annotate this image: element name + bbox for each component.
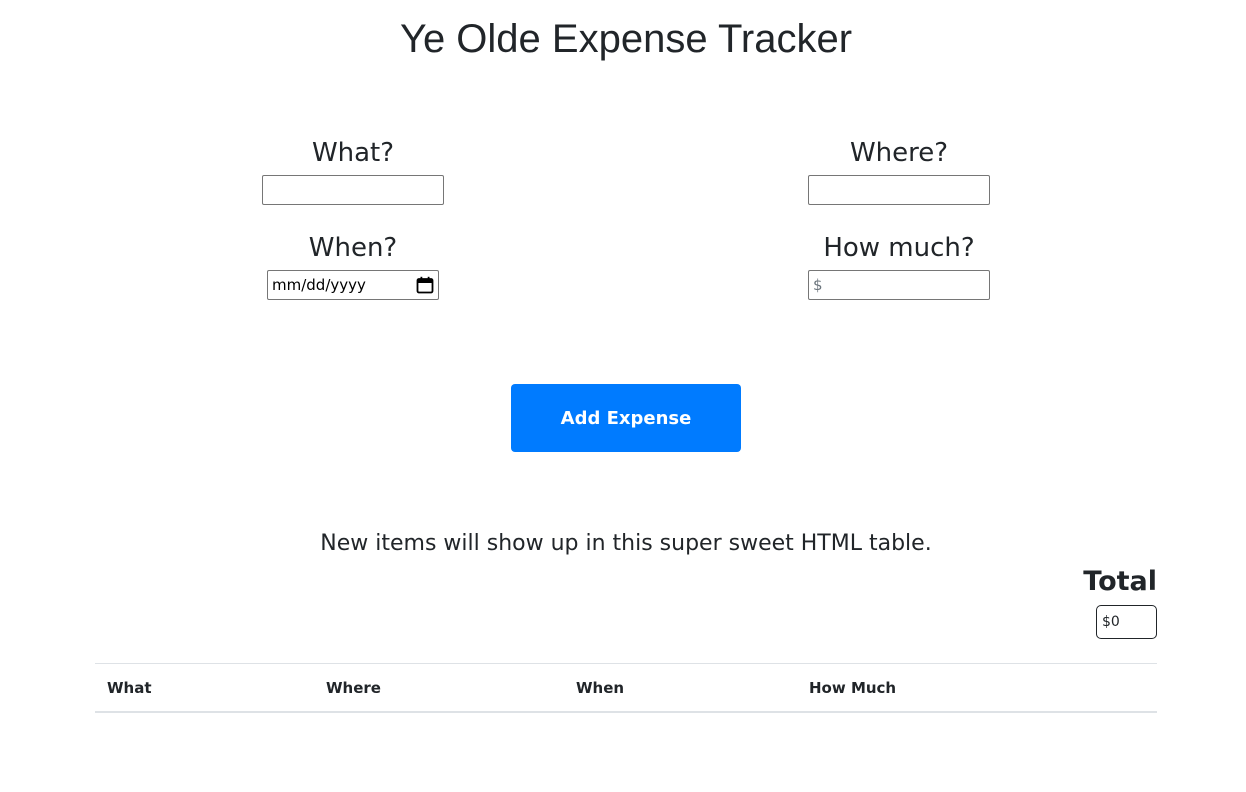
column-header-what: What — [95, 663, 314, 713]
total-input[interactable] — [1096, 605, 1157, 639]
when-label: When? — [308, 233, 398, 263]
what-label: What? — [311, 138, 395, 168]
when-field-group: When? mm/dd/yyyy — [203, 232, 503, 300]
column-header-where: Where — [314, 663, 564, 713]
column-header-how-much: How Much — [797, 663, 1157, 713]
page: Ye Olde Expense Tracker What? Where? Whe… — [0, 0, 1246, 792]
column-header-when: When — [564, 663, 797, 713]
expense-table: What Where When How Much — [95, 663, 1157, 713]
where-field-group: Where? — [749, 137, 1049, 205]
calendar-icon[interactable] — [416, 276, 434, 294]
where-label: Where? — [849, 138, 949, 168]
how-much-field-group: How much? — [749, 232, 1049, 300]
what-input[interactable] — [262, 175, 444, 205]
table-header-row: What Where When How Much — [95, 663, 1157, 713]
date-input[interactable]: mm/dd/yyyy — [267, 270, 439, 300]
amount-input[interactable] — [808, 270, 990, 300]
page-title: Ye Olde Expense Tracker — [399, 17, 853, 61]
date-placeholder: mm/dd/yyyy — [272, 276, 366, 294]
info-text: New items will show up in this super swe… — [320, 531, 932, 556]
where-input[interactable] — [808, 175, 990, 205]
total-label: Total — [1083, 566, 1157, 597]
how-much-label: How much? — [823, 233, 975, 263]
what-field-group: What? — [203, 137, 503, 205]
add-expense-button[interactable]: Add Expense — [511, 384, 741, 452]
table-header: What Where When How Much — [95, 663, 1157, 713]
